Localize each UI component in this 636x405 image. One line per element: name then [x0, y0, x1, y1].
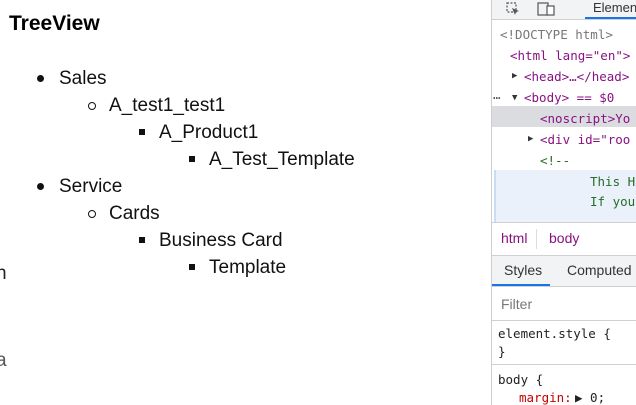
breadcrumb: html body	[492, 222, 636, 256]
square-bullet-icon	[139, 129, 145, 135]
square-bullet-icon	[189, 156, 195, 162]
tab-computed[interactable]: Computed	[567, 262, 632, 278]
tree-node-sales[interactable]: Sales	[59, 67, 107, 91]
devtools-panel: Elemen <!DOCTYPE html> <html lang="en"> …	[491, 0, 636, 405]
tab-styles[interactable]: Styles	[504, 262, 542, 278]
square-bullet-icon	[139, 237, 145, 243]
background-text-fragment: a	[0, 350, 7, 372]
dom-div-root-node[interactable]: <div id="roo	[540, 131, 630, 149]
tree-node-template[interactable]: Template	[209, 256, 286, 280]
active-tab-indicator	[585, 17, 636, 19]
dom-html-node[interactable]: <html lang="en">	[510, 47, 630, 65]
rule-selector[interactable]: element.style {	[498, 325, 611, 343]
styles-tabbar: Styles Computed	[492, 256, 636, 287]
tree-node-cards[interactable]: Cards	[109, 202, 160, 226]
disc-bullet-icon	[37, 75, 44, 82]
breadcrumb-divider	[536, 229, 537, 249]
filter-placeholder: Filter	[501, 296, 533, 312]
devtools-toolbar: Elemen	[492, 0, 636, 20]
dom-tree: <!DOCTYPE html> <html lang="en"> ▶ <head…	[492, 20, 636, 240]
tab-elements[interactable]: Elemen	[593, 0, 636, 16]
rule-selector[interactable]: body {	[498, 371, 543, 389]
dom-comment-line: This H	[590, 174, 636, 189]
breadcrumb-html[interactable]: html	[501, 230, 527, 246]
rule-close-brace: }	[498, 344, 506, 359]
circle-bullet-icon	[88, 210, 96, 218]
tree-node-a-test-template[interactable]: A_Test_Template	[209, 148, 355, 172]
expand-triangle-icon[interactable]: ▶	[528, 130, 533, 148]
dom-noscript-node[interactable]: <noscript>Yo	[540, 110, 630, 128]
tree-node-a-product1[interactable]: A_Product1	[159, 121, 258, 145]
dom-comment-open[interactable]: <!--	[540, 152, 570, 170]
disc-bullet-icon	[37, 183, 44, 190]
dom-doctype[interactable]: <!DOCTYPE html>	[500, 26, 613, 44]
active-tab-indicator	[492, 284, 550, 286]
body-style-rule: body { margin: ▶ 0;	[492, 366, 636, 405]
dom-head-node[interactable]: <head>…</head>	[524, 68, 629, 86]
page-title: TreeView	[9, 12, 100, 35]
background-text-fragment: n	[0, 263, 7, 285]
page-content: TreeView Sales A_test1_test1 A_Product1 …	[9, 0, 491, 405]
dom-body-node[interactable]: <body> == $0	[524, 89, 614, 107]
collapse-triangle-icon[interactable]: ▼	[512, 89, 517, 107]
expand-triangle-icon[interactable]: ▶	[512, 67, 517, 85]
dom-comment-line: If you	[590, 194, 636, 209]
device-toolbar-icon[interactable]	[537, 2, 555, 16]
tree-node-business-card[interactable]: Business Card	[159, 229, 283, 253]
element-style-rule: element.style { }	[492, 322, 636, 365]
breadcrumb-body[interactable]: body	[549, 230, 579, 246]
tree-node-service[interactable]: Service	[59, 175, 122, 199]
tree-node-a-test1-test1[interactable]: A_test1_test1	[109, 94, 225, 118]
circle-bullet-icon	[88, 102, 96, 110]
rule-property[interactable]: margin:	[519, 389, 572, 405]
rule-value[interactable]: ▶ 0;	[575, 389, 605, 405]
inspect-element-icon[interactable]	[506, 2, 520, 16]
background-text-fragment: ;	[0, 306, 1, 328]
styles-filter-input[interactable]: Filter	[492, 288, 636, 321]
more-dots-icon[interactable]: ⋯	[493, 89, 501, 107]
square-bullet-icon	[189, 264, 195, 270]
